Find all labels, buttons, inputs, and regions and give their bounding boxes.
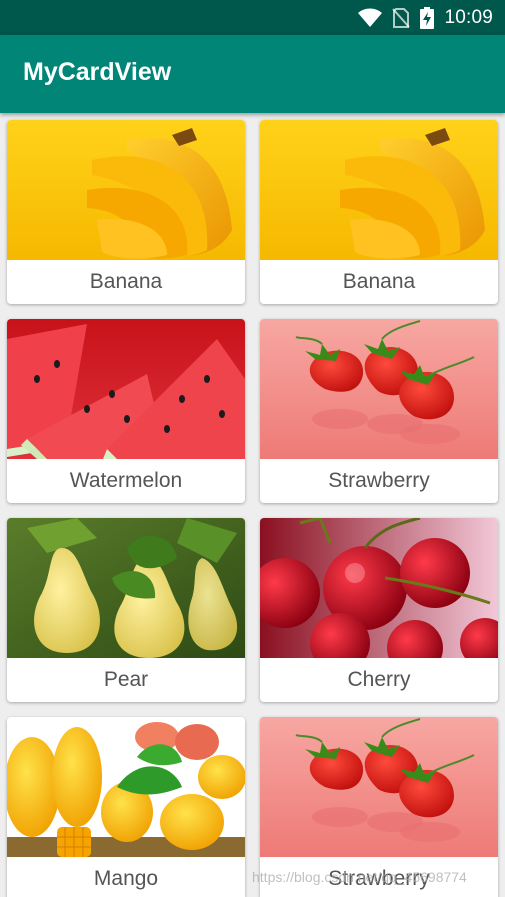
no-sim-icon: [392, 8, 411, 28]
fruit-image: [260, 120, 498, 260]
fruit-image: [7, 518, 245, 658]
fruit-image: [260, 319, 498, 459]
fruit-image: [7, 120, 245, 260]
fruit-card[interactable]: Banana: [7, 120, 245, 304]
fruit-label: Strawberry: [328, 469, 430, 492]
fruit-card[interactable]: Banana: [260, 120, 498, 304]
app-title: MyCardView: [23, 58, 172, 86]
fruit-label: Mango: [93, 867, 159, 890]
fruit-card[interactable]: Mango: [7, 717, 245, 897]
fruit-image: [7, 717, 245, 857]
fruit-label: Pear: [103, 668, 149, 691]
fruit-label: Banana: [89, 270, 163, 293]
status-bar: 10:09: [0, 0, 505, 35]
watermark: https://blog.csdn.net/qq_45698774: [252, 869, 467, 885]
battery-charging-icon: [420, 7, 435, 29]
fruit-card[interactable]: Strawberry: [260, 319, 498, 503]
fruit-card[interactable]: Cherry: [260, 518, 498, 702]
fruit-card[interactable]: Watermelon: [7, 319, 245, 503]
fruit-card[interactable]: Pear: [7, 518, 245, 702]
card-grid[interactable]: Banana Banana Watermelon Strawberry Pear…: [0, 113, 505, 897]
app-toolbar: MyCardView: [0, 35, 505, 113]
wifi-icon: [358, 8, 383, 28]
fruit-label: Watermelon: [69, 469, 183, 492]
status-time: 10:09: [444, 7, 493, 28]
fruit-label: Cherry: [347, 668, 411, 691]
fruit-image: [260, 717, 498, 857]
fruit-label: Banana: [342, 270, 416, 293]
fruit-image: [7, 319, 245, 459]
status-icons: 10:09: [358, 6, 493, 30]
fruit-image: [260, 518, 498, 658]
